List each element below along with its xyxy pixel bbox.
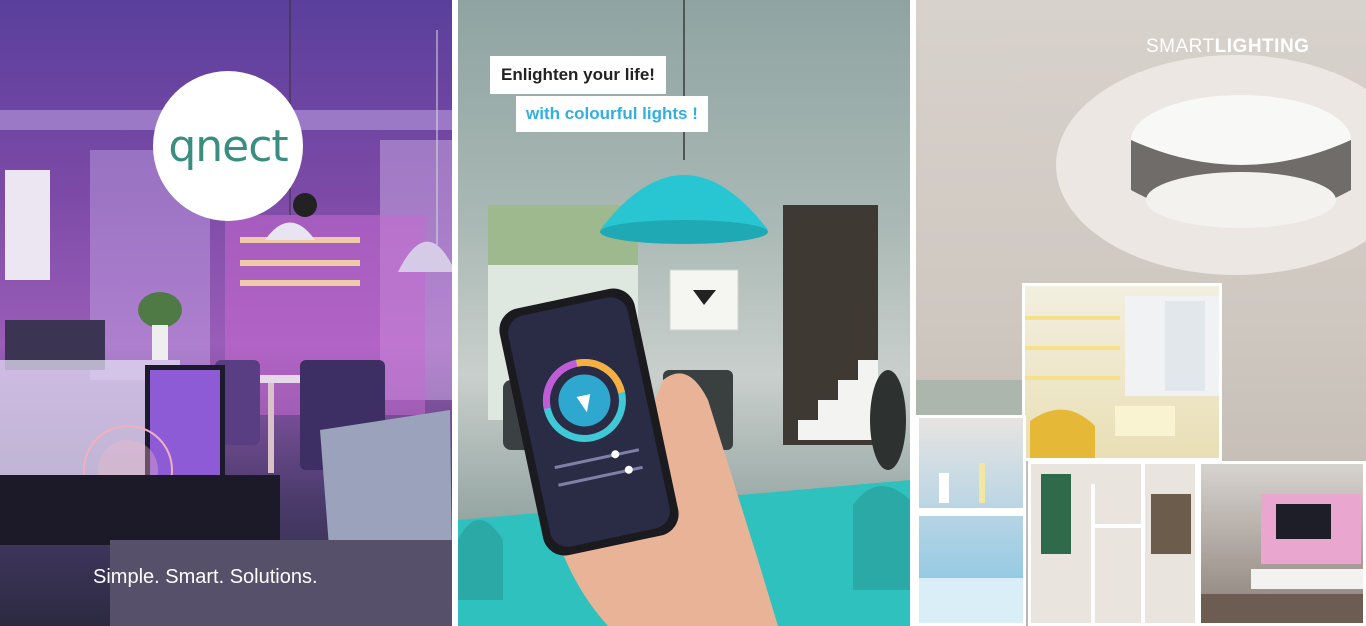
panel-smart-lighting: SMARTLIGHTING <box>916 0 1366 626</box>
tagline: Simple. Smart. Solutions. <box>93 566 318 588</box>
pink-tv-scene <box>1201 494 1363 623</box>
brand-logo: qnect <box>153 71 303 221</box>
panel-living-room: qnect Simple. Smart. Solutions. <box>0 0 452 626</box>
collage-tile-living-room <box>1198 461 1366 626</box>
collage-tile-bedroom <box>916 415 1026 626</box>
bedroom-scene <box>919 463 1023 623</box>
panel-phone-control: Enlighten your life! with colourful ligh… <box>458 0 910 626</box>
brand-smartlighting: SMARTLIGHTING <box>1146 36 1309 58</box>
collage-tile-shelf-room <box>1022 283 1222 461</box>
bookshelf-scene <box>1041 464 1191 623</box>
brand-light-text: SMART <box>1146 36 1215 57</box>
subline-banner: with colourful lights ! <box>516 96 708 132</box>
logo-text: qnect <box>168 120 288 172</box>
collage-tile-bookshelf <box>1028 461 1198 626</box>
shelf-room-scene <box>1025 296 1219 458</box>
brand-bold-text: LIGHTING <box>1214 36 1310 57</box>
headline-banner: Enlighten your life! <box>490 56 666 94</box>
